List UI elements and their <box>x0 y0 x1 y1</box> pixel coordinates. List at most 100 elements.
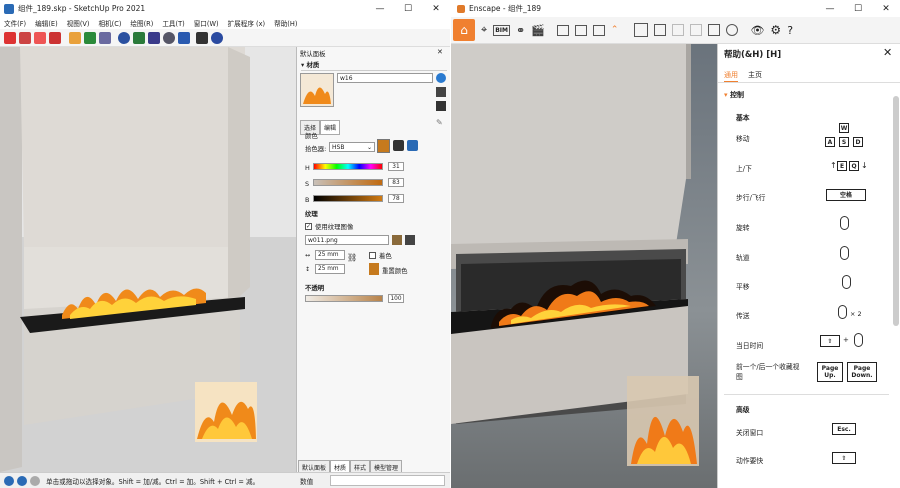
texture-height-field[interactable]: 25 mm <box>315 264 345 274</box>
use-texture-checkbox[interactable]: ✓ <box>305 223 312 230</box>
color-picker-select[interactable]: HSB ⌄ <box>329 142 375 152</box>
key-w: W <box>839 123 849 133</box>
match-screen-icon[interactable] <box>407 140 418 151</box>
enscape-render-viewport[interactable] <box>451 44 717 488</box>
b-value[interactable]: 78 <box>388 194 404 203</box>
info-status-icon[interactable] <box>4 475 14 486</box>
picker-label: 拾色器: <box>305 145 327 153</box>
minimize-button[interactable]: — <box>366 0 394 17</box>
link-aspect-icon[interactable]: ⛓ <box>347 253 357 262</box>
help-status-icon[interactable] <box>30 475 40 486</box>
close-button[interactable]: ✕ <box>422 0 450 17</box>
enscape-close-button[interactable]: ✕ <box>872 0 900 17</box>
materials-section-header[interactable]: ▾ 材质 <box>301 60 447 71</box>
display-icon[interactable] <box>436 73 446 83</box>
export-icon[interactable] <box>592 24 605 36</box>
mail-icon[interactable] <box>196 31 208 44</box>
clapper-icon[interactable]: 🎬 <box>531 24 545 37</box>
eye-icon[interactable]: 👁 <box>750 24 764 37</box>
sketchup-statusbar: 单击或拖动以选择对象。Shift = 加/减。Ctrl = 加。Shift + … <box>0 472 450 488</box>
orbit-label: 轨道 <box>736 254 750 262</box>
chevron-up-icon[interactable]: ⌃ <box>611 25 619 35</box>
gear-icon[interactable]: ⚙ <box>770 23 781 37</box>
key-space: 空格 <box>826 189 866 201</box>
panorama-icon[interactable] <box>574 24 587 36</box>
sketchup-window: 组件_189.skp - SketchUp Pro 2021 — ☐ ✕ 文件(… <box>0 0 450 488</box>
key-page-down: Page Down. <box>847 362 877 382</box>
menu-edit[interactable]: 编辑(E) <box>35 18 58 28</box>
enscape-render <box>451 44 717 488</box>
sketchup-title: 组件_189.skp - SketchUp Pro 2021 <box>18 4 146 13</box>
tab-edit[interactable]: 编辑 <box>320 120 341 135</box>
opacity-slider[interactable] <box>305 295 383 302</box>
hue-slider[interactable] <box>313 163 383 170</box>
menu-camera[interactable]: 相机(C) <box>98 18 121 28</box>
location-icon[interactable]: ⌖ <box>481 23 487 37</box>
saturation-slider[interactable] <box>313 179 383 186</box>
library-icon[interactable] <box>654 24 667 36</box>
move-label: 移动 <box>736 135 750 143</box>
info-icon[interactable] <box>211 31 223 44</box>
help-icon[interactable]: ? <box>787 24 793 37</box>
screenshot-icon[interactable] <box>556 24 569 36</box>
reset-color-label[interactable]: 重置颜色 <box>382 266 408 275</box>
h-value[interactable]: 31 <box>388 162 404 171</box>
s-value[interactable]: 83 <box>388 178 404 187</box>
menu-view[interactable]: 视图(V) <box>67 18 90 28</box>
home-icon[interactable]: ⌂ <box>453 19 475 41</box>
help-close-icon[interactable]: ✕ <box>883 46 892 59</box>
browse-icon[interactable] <box>392 235 402 245</box>
bim-icon[interactable]: BIM <box>493 24 510 36</box>
cube-icon[interactable] <box>672 24 685 36</box>
map-icon[interactable] <box>634 23 649 37</box>
plus-icon: + <box>843 336 849 344</box>
material-editor-icon[interactable] <box>690 24 703 36</box>
vr-icon[interactable] <box>708 24 721 36</box>
tool-icon-7[interactable] <box>99 31 111 44</box>
menu-help[interactable]: 帮助(H) <box>274 18 297 28</box>
enscape-minimize-button[interactable]: — <box>816 0 844 17</box>
texture-width-field[interactable]: 25 mm <box>315 250 345 260</box>
sample-paint-icon[interactable] <box>436 101 446 111</box>
tool-icon-1[interactable] <box>4 31 16 44</box>
maximize-button[interactable]: ☐ <box>394 0 422 17</box>
sketchup-viewport[interactable] <box>0 47 296 472</box>
colorize-checkbox[interactable] <box>369 252 376 259</box>
tool-icon-3[interactable] <box>34 31 46 44</box>
tool-icon-2[interactable] <box>19 31 31 44</box>
menu-window[interactable]: 窗口(W) <box>194 18 219 28</box>
match-color-icon[interactable] <box>393 140 404 151</box>
user-icon[interactable] <box>726 24 739 36</box>
reset-color-swatch[interactable] <box>369 263 379 275</box>
menu-extensions[interactable]: 扩展程序 (x) <box>228 18 266 28</box>
add-icon[interactable] <box>118 31 130 44</box>
refresh-icon[interactable] <box>84 31 96 44</box>
tab-general[interactable]: 通用 <box>724 70 738 82</box>
help-scrollbar[interactable] <box>893 96 899 326</box>
binoculars-icon[interactable]: ⚭ <box>516 24 525 37</box>
tray-close-icon[interactable]: ✕ <box>437 48 443 56</box>
grid-icon[interactable] <box>163 31 175 44</box>
brightness-slider[interactable] <box>313 195 383 202</box>
tab-home[interactable]: 主页 <box>748 70 762 80</box>
texture-file-field[interactable]: w011.png <box>305 235 389 245</box>
edit-texture-icon[interactable] <box>405 235 415 245</box>
tree-icon[interactable] <box>133 31 145 44</box>
side-wall <box>0 47 22 472</box>
geo-status-icon[interactable] <box>17 475 27 486</box>
globe-icon[interactable] <box>148 31 160 44</box>
enscape-maximize-button[interactable]: ☐ <box>844 0 872 17</box>
tool-icon-5[interactable] <box>69 31 81 44</box>
h-label: H <box>305 164 310 172</box>
create-material-icon[interactable] <box>436 87 446 97</box>
camera-icon[interactable] <box>49 31 61 44</box>
measurement-field[interactable] <box>330 475 445 486</box>
eyedropper-icon[interactable]: ✎ <box>436 118 443 127</box>
menu-file[interactable]: 文件(F) <box>4 18 26 28</box>
menu-draw[interactable]: 绘图(R) <box>130 18 153 28</box>
opacity-value[interactable]: 100 <box>388 294 404 303</box>
control-section[interactable]: ▾ 控制 <box>724 90 744 100</box>
menu-tools[interactable]: 工具(T) <box>162 18 184 28</box>
gear-icon[interactable] <box>178 31 190 44</box>
material-name-field[interactable]: w16 <box>337 73 433 83</box>
